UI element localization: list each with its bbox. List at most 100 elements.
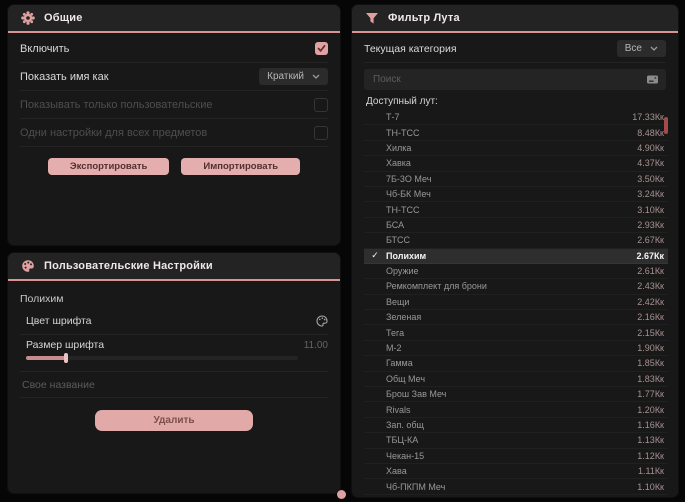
custom-settings-header: Пользовательские Настройки	[8, 253, 340, 281]
loot-item-value: 2.61Кк	[637, 266, 664, 277]
name-mode-dropdown[interactable]: Краткий	[259, 68, 328, 85]
loot-item-name: Хилка	[386, 142, 412, 153]
slider-handle[interactable]	[64, 353, 68, 363]
loot-item-name: Тега	[386, 327, 405, 338]
loot-item-value: 1.85Кк	[637, 358, 664, 369]
list-item[interactable]: Брош Зав Меч 1.77Кк	[364, 387, 668, 402]
loot-item-value: 1.77Кк	[637, 389, 664, 400]
loot-item-value: 2.42Кк	[637, 296, 664, 307]
loot-item-value: 2.43Кк	[637, 281, 664, 292]
import-button[interactable]: Импортировать	[181, 158, 301, 175]
list-item[interactable]: Вещи 2.42Кк	[364, 295, 668, 310]
list-item[interactable]: ТБЦ-КА 1.13Кк	[364, 433, 668, 448]
list-item[interactable]: Зап. общ 1.16Кк	[364, 418, 668, 433]
list-item[interactable]: ТН-ТСС 8.48Кк	[364, 125, 668, 140]
loot-item-name: 7Б-3О Меч	[386, 173, 432, 184]
list-item[interactable]: Оружие 2.61Кк	[364, 264, 668, 279]
list-item[interactable]: Хавка 4.37Кк	[364, 156, 668, 171]
list-item[interactable]: Зеленая 2.16Кк	[364, 310, 668, 325]
loot-item-name: Ремкомплект для брони	[386, 281, 487, 292]
font-color-label: Цвет шрифта	[26, 315, 92, 327]
checkmark-icon	[317, 44, 326, 53]
loot-item-value: 17.33Кк	[632, 112, 664, 123]
custom-settings-panel: Пользовательские Настройки Полихим Цвет …	[8, 253, 340, 493]
palette-icon[interactable]	[316, 315, 328, 327]
loot-item-name: БСА	[386, 219, 405, 230]
list-item[interactable]: Чб-БК Меч 3.24Кк	[364, 187, 668, 202]
category-dropdown[interactable]: Все	[616, 40, 666, 57]
dropdown-value: Краткий	[267, 71, 304, 82]
list-item[interactable]: БСА 2.93Кк	[364, 218, 668, 233]
list-item[interactable]: М-2 1.90Кк	[364, 341, 668, 356]
list-item[interactable]: Тега 2.15Кк	[364, 325, 668, 340]
list-item[interactable]: Общ Меч 1.83Кк	[364, 372, 668, 387]
font-size-slider[interactable]	[26, 353, 298, 363]
loot-item-value: 3.10Кк	[637, 204, 664, 215]
setting-row-name-mode: Показать имя как Краткий	[20, 63, 328, 91]
panel-title: Пользовательские Настройки	[44, 260, 213, 272]
only-custom-checkbox[interactable]	[314, 97, 328, 112]
loot-item-name: Хава	[386, 466, 407, 477]
list-item[interactable]: Rivals 1.20Кк	[364, 402, 668, 417]
list-item[interactable]: ✓ Полихим 2.67Кк	[364, 248, 668, 264]
list-item[interactable]: Хилка 4.90Кк	[364, 141, 668, 156]
loot-item-name: Зеленая	[386, 312, 422, 323]
export-button[interactable]: Экспортировать	[47, 158, 170, 175]
loot-item-value: 8.48Кк	[637, 127, 664, 138]
general-panel: Общие Включить Показать имя как Краткий …	[8, 5, 340, 245]
loot-item-value: 1.10Кк	[637, 481, 664, 492]
loot-item-value: 1.12Кк	[637, 450, 664, 461]
chevron-down-icon	[650, 46, 658, 51]
delete-button[interactable]: Удалить	[95, 410, 253, 431]
loot-item-name: Оружие	[386, 266, 419, 277]
list-item[interactable]: ТН-ТСС 3.10Кк	[364, 202, 668, 217]
panel-title: Общие	[44, 12, 83, 24]
setting-row-enable: Включить	[20, 35, 328, 63]
search-settings-icon[interactable]	[646, 74, 659, 85]
list-item[interactable]: Чекан-15 1.12Кк	[364, 449, 668, 464]
loot-item-name: Вещи	[386, 296, 410, 307]
loot-item-name: Брош Зав Меч	[386, 389, 447, 400]
list-item[interactable]: Ремкомплект для брони 2.43Кк	[364, 279, 668, 294]
list-scroll-handle[interactable]	[664, 117, 668, 134]
list-item[interactable]: БТСС 2.67Кк	[364, 233, 668, 248]
list-item[interactable]: Гамма 1.85Кк	[364, 356, 668, 371]
funnel-icon	[365, 12, 379, 25]
custom-name-input[interactable]	[20, 372, 328, 398]
enable-checkbox[interactable]	[315, 42, 328, 55]
loot-item-name: ТН-ТСС	[386, 204, 420, 215]
scroll-dot[interactable]	[337, 490, 346, 499]
list-scrollbar[interactable]	[664, 114, 668, 494]
loot-item-value: 3.50Кк	[637, 173, 664, 184]
loot-item-value: 1.13Кк	[637, 435, 664, 446]
gear-icon	[21, 11, 35, 25]
selected-item-name: Полихим	[20, 293, 64, 305]
loot-item-name: Гамма	[386, 358, 413, 369]
setting-label: Показывать только пользовательские	[20, 98, 213, 111]
search-input[interactable]	[364, 69, 666, 90]
check-icon: ✓	[371, 250, 379, 261]
loot-item-name: Чб-БК Меч	[386, 189, 431, 200]
shared-settings-checkbox[interactable]	[314, 125, 328, 140]
list-item[interactable]: Т-7 17.33Кк	[364, 110, 668, 125]
panel-title: Фильтр Лута	[388, 12, 460, 24]
list-item[interactable]: 7Б-3О Меч 3.50Кк	[364, 172, 668, 187]
loot-item-value: 1.90Кк	[637, 343, 664, 354]
loot-item-name: БТСС	[386, 235, 410, 246]
loot-item-value: 4.37Кк	[637, 158, 664, 169]
font-color-row[interactable]: Цвет шрифта	[20, 308, 328, 335]
loot-item-value: 1.11Кк	[637, 466, 664, 477]
list-item[interactable]: Хава 1.11Кк	[364, 464, 668, 479]
loot-item-name: Хавка	[386, 158, 411, 169]
loot-filter-header: Фильтр Лута	[352, 5, 678, 33]
loot-item-value: 2.67Кк	[636, 250, 664, 261]
setting-label: Показать имя как	[20, 70, 109, 83]
loot-item-name: М-2	[386, 343, 402, 354]
general-panel-header: Общие	[8, 5, 340, 33]
slider-fill	[26, 356, 66, 360]
list-item[interactable]: Чб-ПКПМ Меч 1.10Кк	[364, 479, 668, 494]
loot-list: Т-7 17.33Кк ТН-ТСС 8.48Кк Хилка 4.90Кк Хавка 4.…	[364, 110, 668, 496]
loot-item-value: 2.67Кк	[637, 235, 664, 246]
setting-row-only-custom: Показывать только пользовательские	[20, 91, 328, 119]
loot-item-name: Т-7	[386, 112, 400, 123]
